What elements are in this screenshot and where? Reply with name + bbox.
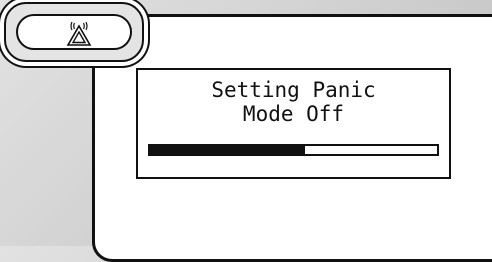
lcd-screen: Setting Panic Mode Off xyxy=(136,68,451,179)
panic-button-face[interactable] xyxy=(16,14,132,50)
panic-button[interactable] xyxy=(4,2,144,62)
progress-bar xyxy=(148,144,439,156)
progress-bar-fill xyxy=(150,146,305,154)
status-message-line-2: Mode Off xyxy=(242,102,345,126)
panic-alarm-triangle-icon xyxy=(66,21,92,46)
status-message-line-1: Setting Panic xyxy=(211,78,376,102)
status-message: Setting Panic Mode Off xyxy=(138,78,449,126)
